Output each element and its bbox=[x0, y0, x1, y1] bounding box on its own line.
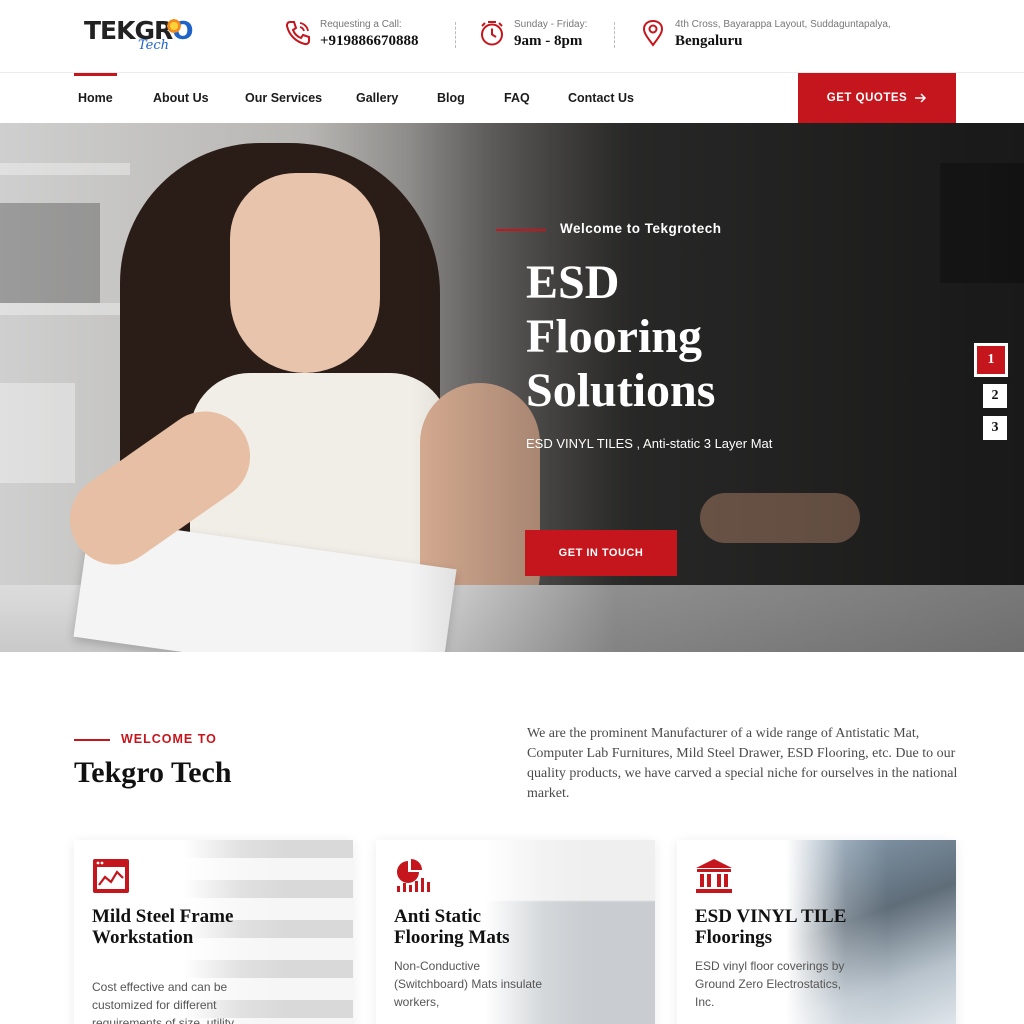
hero-title: ESD Flooring Solutions bbox=[526, 256, 716, 417]
hero-subtitle: ESD VINYL TILES , Anti-static 3 Layer Ma… bbox=[526, 436, 773, 451]
nav-contact-us[interactable]: Contact Us bbox=[568, 73, 634, 123]
chart-window-icon bbox=[93, 859, 129, 893]
logo-spark-icon bbox=[166, 18, 182, 34]
get-quotes-button[interactable]: GET QUOTES bbox=[798, 73, 956, 123]
card-title: Mild Steel Frame Workstation bbox=[92, 906, 234, 948]
phone-icon bbox=[285, 21, 310, 46]
top-info-bar: TEKGRO Tech Requesting a Call: +91988667… bbox=[0, 0, 1024, 73]
get-in-touch-button[interactable]: GET IN TOUCH bbox=[525, 530, 677, 576]
hours-value: 9am - 8pm bbox=[514, 33, 583, 49]
nav-home[interactable]: Home bbox=[74, 73, 117, 123]
hours-label: Sunday - Friday: bbox=[514, 19, 588, 30]
arrow-right-icon bbox=[915, 93, 927, 103]
hero-overlay bbox=[0, 123, 1024, 652]
nav-faq[interactable]: FAQ bbox=[504, 73, 530, 123]
location-pin-icon bbox=[642, 19, 664, 47]
nav-our-services[interactable]: Our Services bbox=[245, 73, 322, 123]
card-title: ESD VINYL TILE Floorings bbox=[695, 906, 847, 948]
welcome-description: We are the prominent Manufacturer of a w… bbox=[527, 726, 958, 801]
call-value[interactable]: +919886670888 bbox=[320, 33, 419, 50]
bank-building-icon bbox=[696, 859, 732, 893]
card-title: Anti Static Flooring Mats bbox=[394, 906, 510, 948]
hero-kicker-line bbox=[496, 229, 546, 231]
address-label: 4th Cross, Bayarappa Layout, Suddaguntap… bbox=[675, 19, 891, 30]
card-text: ESD vinyl floor coverings by Ground Zero… bbox=[695, 959, 845, 1009]
card-text: Cost effective and can be customized for… bbox=[92, 980, 235, 1024]
slider-dot-3[interactable]: 3 bbox=[983, 416, 1007, 440]
hero-kicker: Welcome to Tekgrotech bbox=[560, 221, 722, 236]
service-card-anti-static[interactable]: Anti Static Flooring Mats Non-Conductive… bbox=[376, 840, 655, 1024]
welcome-kicker: WELCOME TO bbox=[121, 732, 217, 746]
nav-blog[interactable]: Blog bbox=[437, 73, 465, 123]
service-card-esd-vinyl[interactable]: ESD VINYL TILE Floorings ESD vinyl floor… bbox=[677, 840, 956, 1024]
clock-icon bbox=[481, 21, 503, 46]
info-divider bbox=[614, 22, 615, 48]
card-text: Non-Conductive (Switchboard) Mats insula… bbox=[394, 959, 543, 1009]
pie-bar-chart-icon bbox=[397, 859, 430, 892]
slider-dot-2[interactable]: 2 bbox=[983, 384, 1007, 408]
nav-about-us[interactable]: About Us bbox=[153, 73, 209, 123]
hero-slider bbox=[0, 123, 1024, 652]
address-value: Bengaluru bbox=[675, 33, 743, 49]
logo-subtext: Tech bbox=[138, 38, 170, 53]
site-logo[interactable]: TEKGRO Tech bbox=[84, 14, 194, 56]
welcome-kicker-line bbox=[74, 739, 110, 741]
nav-gallery[interactable]: Gallery bbox=[356, 73, 398, 123]
call-label: Requesting a Call: bbox=[320, 19, 402, 30]
info-divider bbox=[455, 22, 456, 48]
welcome-title: Tekgro Tech bbox=[74, 756, 232, 789]
service-card-mild-steel[interactable]: Mild Steel Frame Workstation Cost effect… bbox=[74, 840, 353, 1024]
get-quotes-label: GET QUOTES bbox=[826, 92, 908, 104]
slider-dot-1[interactable]: 1 bbox=[974, 343, 1008, 377]
